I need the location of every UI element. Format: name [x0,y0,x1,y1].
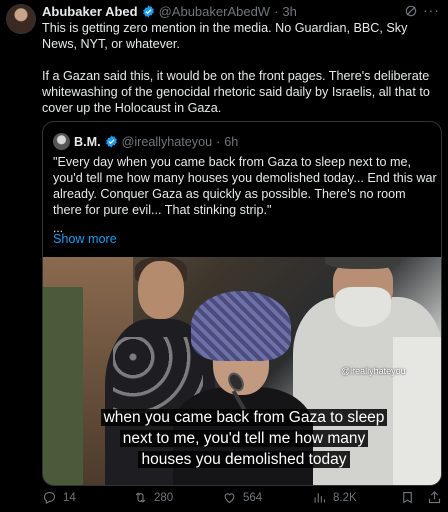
quote-verified-badge-icon [105,135,117,148]
share-icon [428,491,441,504]
verified-badge-icon [142,5,154,17]
separator-dot: · [274,3,279,19]
quote-avatar[interactable] [53,133,70,150]
bookmark-icon [403,491,412,504]
author-handle[interactable]: @AbubakerAbedW [159,4,270,19]
tweet-time[interactable]: 3h [282,4,296,19]
quote-text: "Every day when you came back from Gaza … [53,155,437,217]
reply-button[interactable]: 14 [42,490,76,505]
tweet-text: This is getting zero mention in the medi… [42,20,442,132]
more-options-icon[interactable]: ··· [423,2,440,18]
author-avatar[interactable] [6,4,36,34]
quote-time[interactable]: 6h [224,135,238,149]
video-caption-text: when you came back from Gaza to sleep ne… [100,409,388,468]
repost-count: 280 [154,491,174,504]
like-button[interactable]: 564 [222,490,262,505]
video-woman-center-scarf [191,291,291,361]
video-man-beard [335,287,391,327]
quote-header: B.M. @ireallyhateyou · 6h [53,133,238,150]
heart-icon [224,493,235,504]
reply-count: 14 [63,491,76,504]
tweet: Abubaker Abed @AbubakerAbedW · 3h ··· Th… [0,0,448,512]
video-figure-left [43,287,83,485]
share-button[interactable] [427,490,442,505]
video-watermark: @ireallyhateyou [341,366,406,376]
repost-button[interactable]: 280 [133,490,173,505]
reply-icon [43,491,56,505]
video-figure-right [393,337,441,485]
tweet-header: Abubaker Abed @AbubakerAbedW · 3h [42,3,418,19]
video-caption: when you came back from Gaza to sleep ne… [99,407,389,470]
grok-icon[interactable] [404,4,418,18]
bookmark-button[interactable] [400,490,415,505]
tweet-paragraph-1: This is getting zero mention in the medi… [42,21,408,51]
show-more-link[interactable]: Show more [53,232,117,246]
views-count: 8.2K [333,491,357,504]
like-count: 564 [243,491,263,504]
repost-icon [135,492,146,503]
quote-video[interactable]: @ireallyhateyou when you came back from … [43,257,441,485]
tweet-paragraph-2: If a Gazan said this, it would be on the… [42,69,430,115]
author-name[interactable]: Abubaker Abed [42,4,138,19]
views-button[interactable]: 8.2K [312,490,357,505]
video-man-cap [325,257,401,269]
quoted-tweet[interactable]: B.M. @ireallyhateyou · 6h "Every day whe… [42,121,442,486]
video-woman-left-face [138,261,184,319]
action-bar: 14 280 564 8.2K [42,490,442,508]
views-icon [314,493,326,503]
quote-separator-dot: · [216,134,221,149]
quote-author-name[interactable]: B.M. [74,135,101,149]
quote-author-handle[interactable]: @ireallyhateyou [122,135,213,149]
